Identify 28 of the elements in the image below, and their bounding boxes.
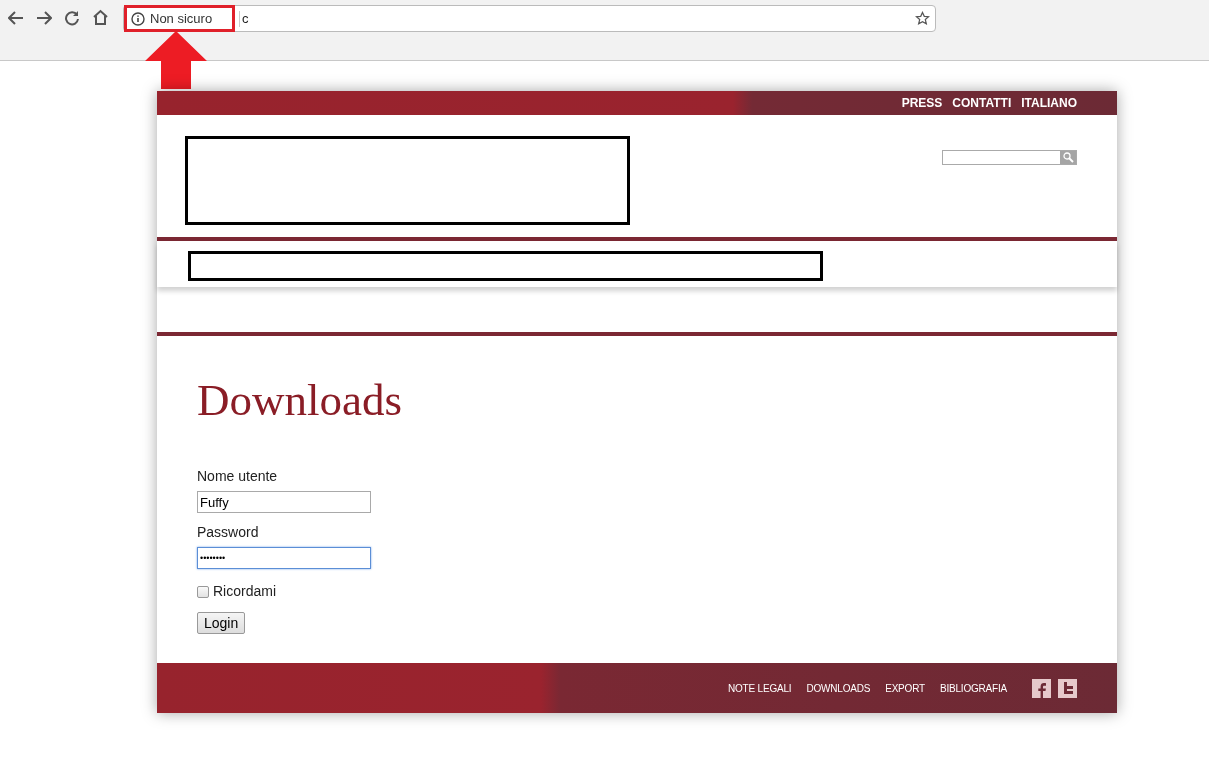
footer-link[interactable]: NOTE LEGALI [728, 680, 792, 696]
facebook-icon[interactable] [1032, 678, 1051, 698]
username-field[interactable]: Fuffy [197, 491, 371, 513]
reload-icon[interactable] [64, 10, 80, 26]
twitter-icon[interactable] [1058, 678, 1077, 698]
username-label: Nome utente [197, 467, 279, 486]
password-field[interactable]: •••••••• [197, 547, 371, 569]
security-label: Non sicuro [150, 9, 213, 28]
forward-icon[interactable] [36, 11, 52, 25]
top-nav-link[interactable]: PRESS [901, 94, 943, 112]
password-label: Password [197, 523, 260, 542]
footer-link[interactable]: DOWNLOADS [806, 680, 871, 696]
top-nav-link[interactable]: ITALIANO [1021, 94, 1077, 112]
footer-link[interactable]: EXPORT [885, 680, 925, 696]
star-icon[interactable] [915, 11, 930, 26]
remember-label: Ricordami [213, 582, 276, 601]
address-bar[interactable]: Non sicuro c [123, 5, 936, 32]
arrow-annotation [145, 31, 207, 89]
info-icon[interactable] [131, 11, 145, 26]
remember-checkbox[interactable] [197, 585, 209, 598]
page-title: Downloads [197, 374, 403, 427]
search-field[interactable] [942, 150, 1077, 165]
footer-link[interactable]: BIBLIOGRAFIA [939, 680, 1007, 696]
login-button[interactable]: Login [197, 612, 246, 634]
back-icon[interactable] [8, 11, 24, 25]
address-text: c [242, 9, 250, 28]
top-nav-link[interactable]: CONTATTI [952, 94, 1012, 112]
home-icon[interactable] [92, 9, 109, 26]
